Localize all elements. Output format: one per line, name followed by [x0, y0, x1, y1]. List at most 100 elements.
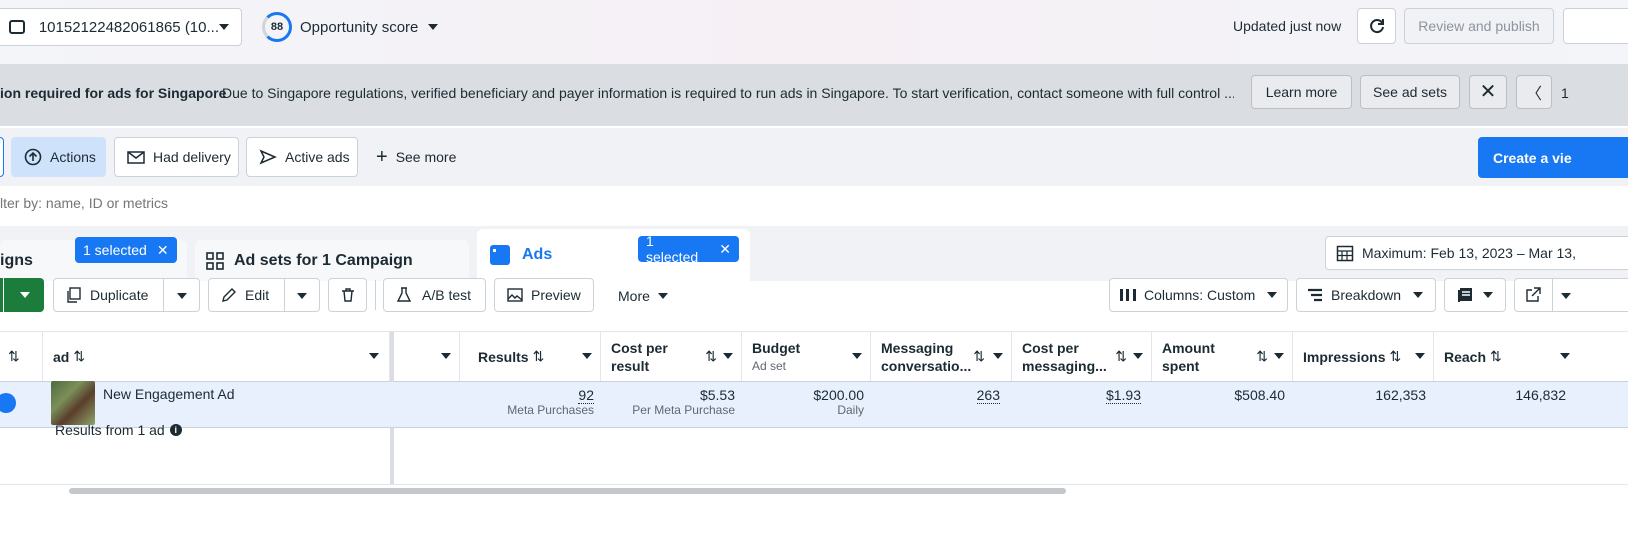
- preview-label: Preview: [531, 287, 581, 303]
- horizontal-scrollbar[interactable]: [69, 488, 1066, 494]
- amount-spent-header-line2: spent: [1162, 357, 1200, 374]
- results-sub: Meta Purchases: [507, 403, 594, 417]
- review-publish-button[interactable]: Review and publish: [1404, 8, 1554, 44]
- external-link-icon: [1526, 287, 1541, 302]
- delete-button[interactable]: [328, 278, 367, 312]
- column-header-messaging[interactable]: Messaging conversatio... ⇅: [871, 332, 1012, 381]
- cost-per-messaging-header-line1: Cost per: [1022, 339, 1079, 356]
- column-header-impressions[interactable]: Impressions ⇅: [1293, 332, 1434, 381]
- actions-filter[interactable]: Actions: [11, 137, 106, 177]
- see-ad-sets-button[interactable]: See ad sets: [1360, 75, 1460, 109]
- campaigns-selected-pill[interactable]: 1 selected ✕: [75, 237, 177, 263]
- chevron-down-icon: [657, 293, 668, 299]
- had-delivery-filter[interactable]: Had delivery: [114, 137, 239, 177]
- create-split-button[interactable]: [0, 278, 44, 312]
- account-id: 10152122482061865 (10...: [38, 18, 219, 36]
- opportunity-score-button[interactable]: 88 Opportunity score: [262, 12, 439, 42]
- export-button[interactable]: [1514, 278, 1628, 312]
- column-header-cost-per-result[interactable]: Cost per result ⇅: [601, 332, 742, 381]
- image-icon: [507, 288, 523, 302]
- ad-thumbnail[interactable]: [51, 381, 95, 425]
- cell-cost-per-result: $5.53 Per Meta Purchase: [601, 382, 735, 428]
- filter-edge[interactable]: [0, 137, 4, 177]
- preview-button[interactable]: Preview: [494, 278, 594, 312]
- messaging-header-line1: Messaging: [881, 339, 954, 356]
- pencil-icon: [222, 288, 236, 302]
- close-icon: ✕: [1479, 81, 1497, 103]
- column-header-reach[interactable]: Reach ⇅: [1434, 332, 1574, 381]
- breakdown-icon: [1308, 288, 1322, 302]
- column-header-select[interactable]: ⇅: [0, 332, 43, 381]
- opportunity-score-label: Opportunity score: [300, 18, 419, 36]
- close-banner-button[interactable]: ✕: [1469, 75, 1507, 109]
- results-footer-label: Results from 1 ad: [55, 422, 165, 438]
- prev-page-button[interactable]: 〈: [1516, 75, 1552, 109]
- edge-button[interactable]: [1563, 8, 1628, 44]
- refresh-button[interactable]: [1357, 8, 1396, 44]
- column-header-amount-spent[interactable]: Amount spent ⇅: [1152, 332, 1293, 381]
- see-more-button[interactable]: + See more: [376, 146, 456, 168]
- grid-icon: [206, 251, 224, 270]
- table-bottom-border: [0, 484, 1628, 485]
- chevron-down-icon: [1483, 292, 1493, 298]
- chevron-down-icon: [993, 353, 1003, 359]
- breakdown-button[interactable]: Breakdown: [1296, 278, 1436, 312]
- ads-selected-pill[interactable]: 1 selected ✕: [638, 233, 739, 265]
- cell-cost-per-messaging: $1.93: [1012, 382, 1141, 428]
- duplicate-button[interactable]: Duplicate: [53, 278, 200, 312]
- ad-icon: [490, 245, 510, 265]
- more-button[interactable]: More: [618, 287, 668, 305]
- tab-ads[interactable]: Ads 1 selected ✕: [477, 229, 750, 281]
- updated-status: Updated just now: [1233, 18, 1342, 34]
- budget-value: $200.00: [813, 387, 864, 403]
- active-ads-filter[interactable]: Active ads: [246, 137, 358, 177]
- chevron-down-icon: [582, 353, 592, 359]
- opportunity-score-badge: 88: [262, 12, 292, 42]
- cost-per-messaging-value[interactable]: $1.93: [1105, 387, 1141, 404]
- chevron-down-icon: [1133, 353, 1143, 359]
- cell-impressions: 162,353: [1293, 382, 1426, 428]
- banner-page-indicator: 1: [1561, 85, 1569, 101]
- reach-header-label: Reach: [1444, 348, 1487, 365]
- chevron-down-icon: [219, 24, 229, 30]
- edit-button[interactable]: Edit: [208, 278, 320, 312]
- reports-button[interactable]: [1444, 278, 1506, 312]
- messaging-value[interactable]: 263: [976, 387, 1000, 404]
- results-value[interactable]: 92: [578, 387, 594, 404]
- date-range-label: Maximum: Feb 13, 2023 – Mar 13,: [1362, 245, 1576, 261]
- info-icon[interactable]: i: [169, 424, 182, 436]
- toolbar-divider: [375, 280, 376, 310]
- columns-label: Columns: Custom: [1144, 287, 1256, 303]
- date-range-picker[interactable]: Maximum: Feb 13, 2023 – Mar 13,: [1325, 236, 1628, 270]
- reach-value: 146,832: [1515, 387, 1566, 403]
- ad-account-icon: [9, 20, 25, 34]
- account-selector[interactable]: 10152122482061865 (10...: [0, 8, 242, 46]
- tab-ad-sets[interactable]: Ad sets for 1 Campaign: [195, 240, 469, 281]
- search-input[interactable]: [0, 190, 1628, 216]
- budget-header-label: Budget: [752, 339, 801, 356]
- cost-per-result-header-line2: result: [611, 357, 650, 374]
- report-icon: [1458, 288, 1472, 302]
- column-header-hidden[interactable]: [394, 332, 460, 381]
- columns-button[interactable]: Columns: Custom: [1109, 278, 1288, 312]
- sort-icon: ⇅: [73, 348, 86, 364]
- sort-icon: ⇅: [705, 348, 717, 364]
- chevron-down-icon: [1415, 353, 1425, 359]
- messaging-header-line2: conversatio...: [881, 357, 972, 374]
- filter-bar: [0, 128, 1628, 186]
- budget-header-sub: Ad set: [752, 358, 787, 373]
- edit-label: Edit: [245, 287, 270, 303]
- chevron-down-icon: [1267, 292, 1278, 298]
- tab-campaigns[interactable]: igns 1 selected ✕: [0, 237, 187, 281]
- column-header-budget[interactable]: Budget Ad set: [742, 332, 871, 381]
- create-view-button[interactable]: Create a vie: [1478, 137, 1628, 178]
- column-header-results[interactable]: Results ⇅: [460, 332, 601, 381]
- learn-more-button[interactable]: Learn more: [1251, 75, 1352, 109]
- had-delivery-label: Had delivery: [153, 149, 231, 165]
- ad-name[interactable]: New Engagement Ad: [103, 386, 235, 402]
- column-header-cost-per-messaging[interactable]: Cost per messaging... ⇅: [1012, 332, 1152, 381]
- column-header-ad[interactable]: ad ⇅: [43, 332, 390, 381]
- amount-spent-value: $508.40: [1234, 387, 1285, 403]
- ab-test-button[interactable]: A/B test: [383, 278, 486, 312]
- review-publish-label: Review and publish: [1418, 18, 1540, 34]
